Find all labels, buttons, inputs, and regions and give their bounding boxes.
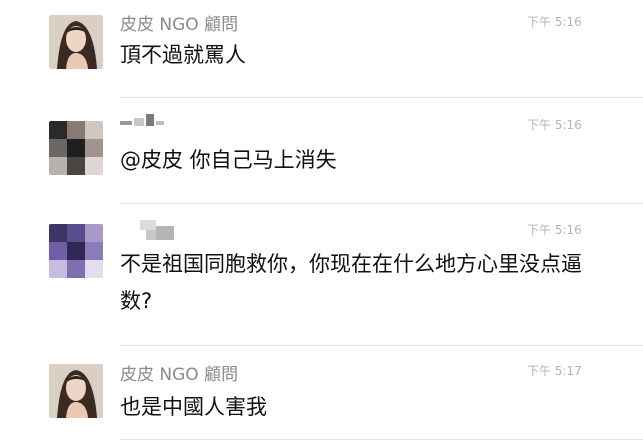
message-time: 下午 5:16 — [527, 223, 582, 237]
divider — [120, 345, 643, 346]
avatar-pixelated-icon[interactable] — [49, 121, 103, 175]
avatar-woman-icon[interactable] — [49, 15, 103, 69]
chat-message: 皮皮 NGO 顧問 下午 5:16 頂不過就罵人 — [0, 0, 643, 90]
message-time: 下午 5:17 — [527, 364, 582, 378]
chat-message: 皮皮 NGO 顧問 下午 5:17 也是中國人害我 — [0, 350, 643, 441]
message-time: 下午 5:16 — [527, 15, 582, 29]
divider — [120, 439, 643, 440]
sender-name: 皮皮 NGO 顧問 — [120, 365, 239, 385]
message-text: 也是中國人害我 — [120, 395, 267, 419]
avatar-pixelated-purple-icon[interactable] — [49, 224, 103, 278]
avatar-woman-icon[interactable] — [49, 364, 103, 418]
message-time: 下午 5:16 — [527, 118, 582, 132]
message-text: 頂不過就罵人 — [120, 43, 246, 67]
chat-message: 下午 5:16 不是祖国同胞救你，你现在在什么地方心里没点逼数? — [0, 210, 643, 338]
message-text: 不是祖国同胞救你，你现在在什么地方心里没点逼数? — [120, 252, 582, 313]
message-text: @皮皮 你自己马上消失 — [120, 148, 337, 172]
chat-message-list: 皮皮 NGO 顧問 下午 5:16 頂不過就罵人 下午 5:16 @皮皮 你自己… — [0, 0, 643, 441]
redacted-sender-name — [120, 112, 168, 132]
sender-name: 皮皮 NGO 顧問 — [120, 15, 239, 35]
divider — [120, 203, 643, 204]
chat-message: 下午 5:16 @皮皮 你自己马上消失 — [0, 104, 643, 194]
divider — [120, 97, 643, 98]
redacted-sender-name — [120, 220, 180, 248]
